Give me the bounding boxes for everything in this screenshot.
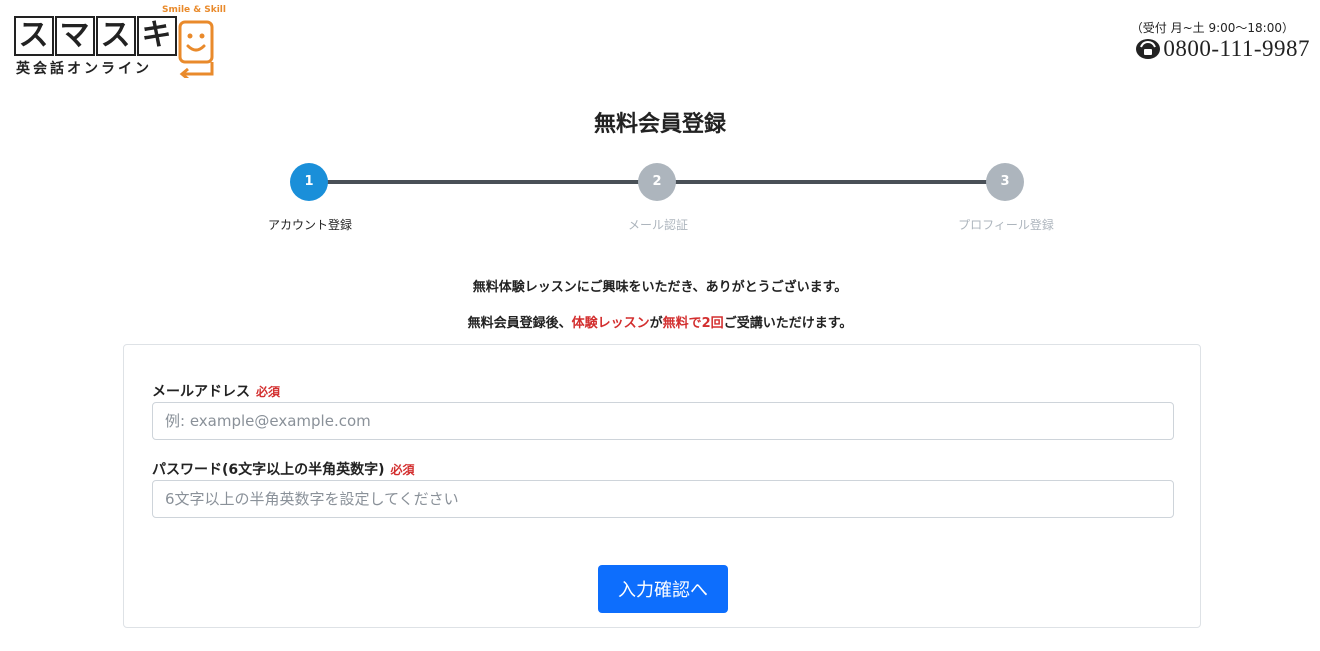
page-title: 無料会員登録 (593, 112, 726, 137)
intro-benefit: 無料会員登録後、体験レッスンが無料で2回ご受講いただけます。 (0, 312, 1320, 331)
step-1-label: アカウント登録 (267, 218, 352, 232)
contact-info: （受付 月~土 9:00～18:00） 0800-111-9987 (1131, 20, 1310, 62)
step-3-indicator: 3 (986, 163, 1024, 201)
required-badge: 必須 (390, 463, 415, 477)
logo-subtitle: 英会話オンライン (16, 61, 152, 77)
logo-char: マ (55, 16, 95, 56)
progress-stepper: 1 2 3 アカウント登録 メール認証 プロフィール登録 (248, 163, 1058, 243)
step-1-indicator: 1 (290, 163, 328, 201)
step-2-indicator: 2 (638, 163, 676, 201)
intro-thanks: 無料体験レッスンにご興味をいただき、ありがとうございます。 (472, 280, 848, 295)
password-label: パスワード(6文字以上の半角英数字) 必須 (152, 459, 415, 479)
step-connector (310, 180, 658, 184)
phone-row[interactable]: 0800-111-9987 (1131, 36, 1310, 62)
confirm-input-button[interactable]: 入力確認へ (598, 565, 728, 613)
freecall-icon (1136, 39, 1161, 59)
intro-highlight: 体験レッスン (571, 316, 650, 331)
logo-char: ス (96, 16, 136, 56)
intro-text: 無料会員登録後、 (467, 316, 572, 331)
password-label-text: パスワード(6文字以上の半角英数字) (152, 462, 385, 478)
logo-wordmark: スマスキ (14, 14, 178, 56)
step-connector (658, 180, 1006, 184)
business-hours: （受付 月~土 9:00～18:00） (1130, 21, 1294, 35)
step-3-label: プロフィール登録 (958, 218, 1054, 232)
site-logo[interactable]: Smile & Skill スマスキ 英会話オンライン (14, 5, 226, 78)
registration-form: メールアドレス必須 パスワード(6文字以上の半角英数字)必須 入力確認へ (123, 344, 1201, 628)
required-badge: 必須 (256, 385, 281, 399)
phone-number[interactable]: 0800-111-9987 (1163, 36, 1310, 62)
step-2-label: メール認証 (627, 218, 688, 232)
logo-char: キ (137, 16, 177, 56)
email-field[interactable] (152, 402, 1174, 440)
email-label-text: メールアドレス (152, 384, 250, 400)
smile-face-icon (178, 20, 214, 78)
intro-text: ご受講いただけます。 (723, 316, 853, 331)
logo-char: ス (14, 16, 54, 56)
password-field[interactable] (152, 480, 1174, 518)
intro-text: が (649, 316, 663, 331)
intro-highlight: 無料で2回 (662, 316, 724, 331)
email-label: メールアドレス 必須 (152, 381, 280, 401)
